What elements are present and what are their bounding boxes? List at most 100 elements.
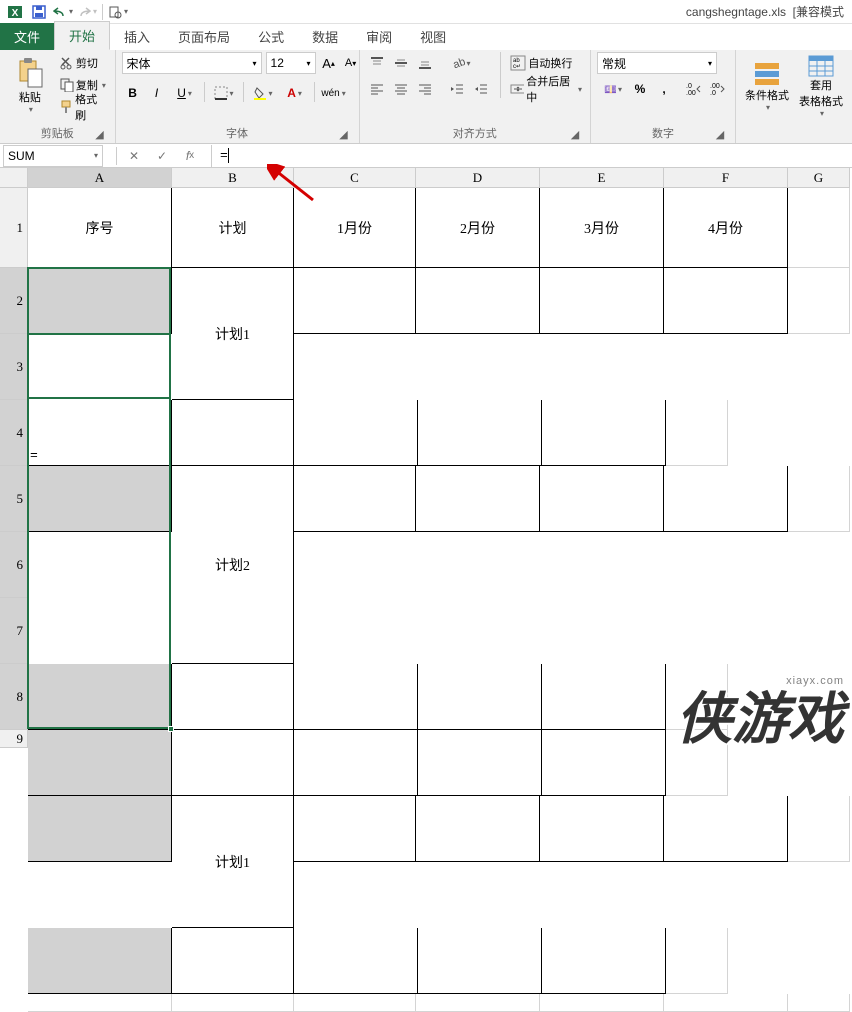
column-header-A[interactable]: A xyxy=(28,168,172,188)
grid-cells[interactable]: 序号计划1月份2月份3月份4月份计划1=计划2计划1 xyxy=(28,188,850,1012)
cell-F2[interactable] xyxy=(664,268,788,334)
cell-F9[interactable] xyxy=(664,994,788,1012)
align-right-button[interactable] xyxy=(414,78,436,100)
cell-B2[interactable]: 计划1 xyxy=(172,268,294,400)
fill-handle[interactable] xyxy=(168,726,174,732)
cell-C7[interactable] xyxy=(294,796,416,862)
cell-E2[interactable] xyxy=(540,268,664,334)
format-as-table-button[interactable]: 套用 表格格式 xyxy=(796,52,846,118)
cell-F6[interactable] xyxy=(542,730,666,796)
name-box[interactable]: SUM▾ xyxy=(3,145,103,167)
cell-F5[interactable] xyxy=(542,664,666,730)
decrease-decimal-button[interactable]: .00.0 xyxy=(707,78,729,100)
cell-A7[interactable] xyxy=(28,796,172,862)
bold-button[interactable]: B xyxy=(122,82,144,104)
tab-review[interactable]: 审阅 xyxy=(352,23,406,50)
cell-D1[interactable]: 2月份 xyxy=(416,188,540,268)
cell-D4[interactable] xyxy=(416,466,540,532)
formula-input[interactable]: = xyxy=(211,145,852,167)
cell-G7[interactable] xyxy=(788,796,850,862)
row-header-9[interactable]: 9 xyxy=(0,730,28,748)
tab-page-layout[interactable]: 页面布局 xyxy=(164,23,244,50)
number-dialog-launcher[interactable]: ◢ xyxy=(713,127,727,141)
cell-E9[interactable] xyxy=(540,994,664,1012)
cell-A3[interactable]: = xyxy=(28,400,172,466)
cell-F3[interactable] xyxy=(542,400,666,466)
number-format-select[interactable]: 常规▾ xyxy=(597,52,717,74)
italic-button[interactable]: I xyxy=(146,82,168,104)
tab-home[interactable]: 开始 xyxy=(54,21,110,50)
clipboard-dialog-launcher[interactable]: ◢ xyxy=(93,127,107,141)
column-header-B[interactable]: B xyxy=(172,168,294,188)
decrease-indent-button[interactable] xyxy=(446,78,468,100)
tab-insert[interactable]: 插入 xyxy=(110,23,164,50)
cell-B7[interactable]: 计划1 xyxy=(172,796,294,928)
cell-A2[interactable] xyxy=(28,268,172,334)
save-button[interactable] xyxy=(28,1,50,23)
row-header-2[interactable]: 2 xyxy=(0,268,28,334)
redo-button[interactable] xyxy=(76,1,98,23)
cell-E4[interactable] xyxy=(540,466,664,532)
row-header-5[interactable]: 5 xyxy=(0,466,28,532)
column-header-C[interactable]: C xyxy=(294,168,416,188)
cell-C5[interactable] xyxy=(172,664,294,730)
increase-indent-button[interactable] xyxy=(470,78,492,100)
cell-D3[interactable] xyxy=(294,400,418,466)
cell-F8[interactable] xyxy=(542,928,666,994)
cell-C1[interactable]: 1月份 xyxy=(294,188,416,268)
cell-E7[interactable] xyxy=(540,796,664,862)
cell-G3[interactable] xyxy=(666,400,728,466)
format-painter-button[interactable]: 格式刷 xyxy=(58,96,109,118)
font-name-select[interactable]: 宋体▾ xyxy=(122,52,262,74)
select-all-corner[interactable] xyxy=(0,168,28,188)
merge-center-button[interactable]: 合并后居中 xyxy=(508,78,584,100)
cell-B1[interactable]: 计划 xyxy=(172,188,294,268)
tab-data[interactable]: 数据 xyxy=(298,23,352,50)
cell-A9[interactable] xyxy=(28,994,172,1012)
cell-C3[interactable] xyxy=(172,400,294,466)
border-button[interactable] xyxy=(209,82,239,104)
cell-G5[interactable] xyxy=(666,664,728,730)
increase-font-button[interactable]: A▴ xyxy=(320,52,338,74)
comma-button[interactable]: , xyxy=(653,78,675,100)
cell-E3[interactable] xyxy=(418,400,542,466)
align-bottom-button[interactable] xyxy=(414,52,436,74)
cell-B9[interactable] xyxy=(172,994,294,1012)
row-header-8[interactable]: 8 xyxy=(0,664,28,730)
cell-A5[interactable] xyxy=(28,664,172,730)
tab-view[interactable]: 视图 xyxy=(406,23,460,50)
print-preview-button[interactable] xyxy=(107,1,129,23)
row-header-7[interactable]: 7 xyxy=(0,598,28,664)
percent-button[interactable]: % xyxy=(629,78,651,100)
alignment-dialog-launcher[interactable]: ◢ xyxy=(568,127,582,141)
cell-A6[interactable] xyxy=(28,730,172,796)
orientation-button[interactable]: ab xyxy=(446,52,476,74)
insert-function-button[interactable]: fx xyxy=(179,145,201,167)
cell-G9[interactable] xyxy=(788,994,850,1012)
decrease-font-button[interactable]: A▾ xyxy=(342,52,360,74)
column-header-D[interactable]: D xyxy=(416,168,540,188)
cell-D5[interactable] xyxy=(294,664,418,730)
row-header-6[interactable]: 6 xyxy=(0,532,28,598)
align-left-button[interactable] xyxy=(366,78,388,100)
cell-G4[interactable] xyxy=(788,466,850,532)
row-header-3[interactable]: 3 xyxy=(0,334,28,400)
cell-C4[interactable] xyxy=(294,466,416,532)
fill-color-button[interactable] xyxy=(248,82,278,104)
cancel-formula-button[interactable]: ✕ xyxy=(123,145,145,167)
cell-A1[interactable]: 序号 xyxy=(28,188,172,268)
cell-C8[interactable] xyxy=(172,928,294,994)
enter-formula-button[interactable]: ✓ xyxy=(151,145,173,167)
align-top-button[interactable] xyxy=(366,52,388,74)
cell-F7[interactable] xyxy=(664,796,788,862)
cell-C9[interactable] xyxy=(294,994,416,1012)
cell-E6[interactable] xyxy=(418,730,542,796)
column-header-E[interactable]: E xyxy=(540,168,664,188)
increase-decimal-button[interactable]: .0.00 xyxy=(683,78,705,100)
column-header-F[interactable]: F xyxy=(664,168,788,188)
cell-C6[interactable] xyxy=(172,730,294,796)
cell-D2[interactable] xyxy=(416,268,540,334)
align-center-button[interactable] xyxy=(390,78,412,100)
cell-E5[interactable] xyxy=(418,664,542,730)
cell-G2[interactable] xyxy=(788,268,850,334)
